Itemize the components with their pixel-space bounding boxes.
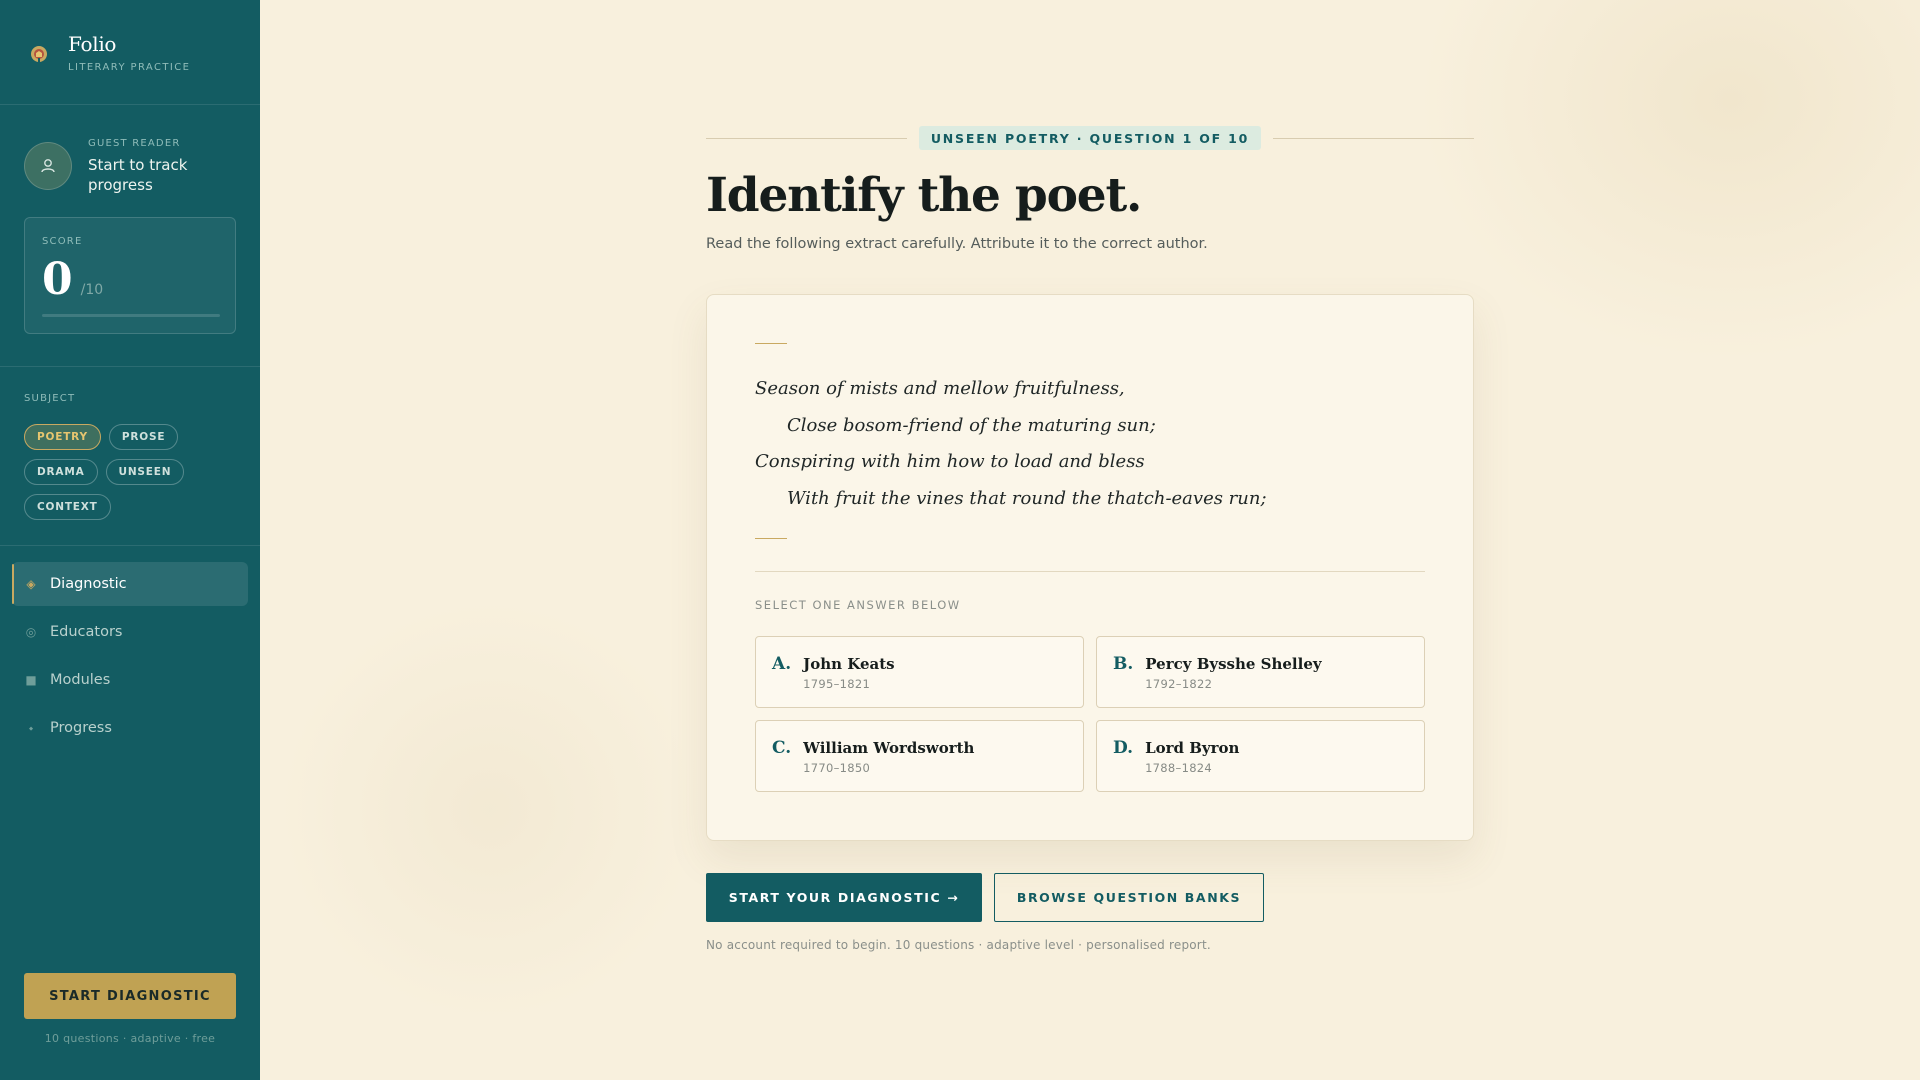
sidebar-divider <box>0 366 260 367</box>
question-eyebrow: UNSEEN POETRY · QUESTION 1 OF 10 <box>918 126 1262 150</box>
question-card: Season of mists and mellow fruitfulness,… <box>706 294 1474 841</box>
brand-subtitle: LITERARY PRACTICE <box>68 62 191 73</box>
diamond-icon: ◈ <box>26 577 36 591</box>
answer-letter: C. <box>772 738 792 758</box>
chip-unseen[interactable]: UNSEEN <box>105 459 185 485</box>
answer-years: 1795–1821 <box>803 677 871 691</box>
card-divider <box>755 571 1425 572</box>
answer-years: 1792–1822 <box>1145 677 1213 691</box>
background-glow <box>1420 0 1920 360</box>
score-total: /10 <box>80 282 104 298</box>
brand[interactable]: Folio LITERARY PRACTICE <box>24 32 190 73</box>
score-progress-bar <box>42 314 220 317</box>
answer-years: 1788–1824 <box>1145 761 1213 775</box>
sidebar-divider <box>0 104 260 105</box>
answer-letter: A. <box>772 654 792 674</box>
chip-drama[interactable]: DRAMA <box>24 459 98 485</box>
browse-question-banks-button[interactable]: BROWSE QUESTION BANKS <box>994 873 1264 922</box>
square-icon: ■ <box>25 673 37 687</box>
chip-context[interactable]: CONTEXT <box>24 494 111 520</box>
answer-option-b[interactable]: B. Percy Bysshe Shelley 1792–1822 <box>1096 636 1425 708</box>
nav-item-diagnostic[interactable]: ◈ Diagnostic <box>12 562 248 606</box>
guest-text: Start to track progress <box>88 156 188 194</box>
answer-options: A. John Keats 1795–1821 B. Percy Bysshe … <box>755 636 1426 792</box>
answer-name: Percy Bysshe Shelley <box>1145 655 1322 673</box>
answer-letter: D. <box>1113 738 1134 758</box>
subject-chips: POETRY PROSE DRAMA UNSEEN CONTEXT <box>24 424 244 520</box>
target-icon: ◎ <box>25 625 37 639</box>
answer-name: William Wordsworth <box>803 739 975 757</box>
avatar[interactable] <box>24 142 72 190</box>
select-answer-label: SELECT ONE ANSWER BELOW <box>755 598 961 612</box>
page-subtitle: Read the following extract carefully. At… <box>706 236 1208 252</box>
page-title: Identify the poet. <box>706 168 1142 223</box>
main-content: UNSEEN POETRY · QUESTION 1 OF 10 Identif… <box>260 0 1920 1080</box>
nav-item-label: Educators <box>50 624 123 640</box>
answer-option-a[interactable]: A. John Keats 1795–1821 <box>755 636 1084 708</box>
guest-label: GUEST READER <box>88 138 181 149</box>
poem-line: Conspiring with him how to load and bles… <box>755 451 1145 472</box>
eyebrow-line <box>1273 137 1474 139</box>
start-your-diagnostic-button[interactable]: START YOUR DIAGNOSTIC → <box>706 873 982 922</box>
start-diagnostic-button[interactable]: START DIAGNOSTIC <box>24 973 236 1019</box>
poem-line: Close bosom-friend of the maturing sun; <box>787 414 1156 436</box>
answer-letter: B. <box>1113 654 1134 674</box>
brand-name: Folio <box>68 32 117 56</box>
dot-icon: ⬩ <box>28 720 34 735</box>
chip-prose[interactable]: PROSE <box>108 424 179 450</box>
sidebar: Folio LITERARY PRACTICE GUEST READER Sta… <box>0 0 260 1080</box>
score-label: SCORE <box>42 236 83 247</box>
nav-item-label: Modules <box>50 672 111 688</box>
guest-reader: GUEST READER Start to track progress <box>24 138 218 195</box>
answer-name: John Keats <box>803 655 895 673</box>
book-seal-icon <box>24 39 54 69</box>
background-glow <box>280 600 700 1020</box>
cta-row: START YOUR DIAGNOSTIC → BROWSE QUESTION … <box>706 873 1264 922</box>
start-diagnostic-note: 10 questions · adaptive · free <box>44 1032 216 1045</box>
nav-item-educators[interactable]: ◎ Educators <box>12 610 248 654</box>
subject-label: SUBJECT <box>24 393 76 404</box>
eyebrow-row: UNSEEN POETRY · QUESTION 1 OF 10 <box>706 126 1474 150</box>
answer-name: Lord Byron <box>1145 739 1240 757</box>
sidebar-nav: ◈ Diagnostic ◎ Educators ■ Modules ⬩ Pro… <box>12 562 248 754</box>
nav-item-label: Progress <box>50 720 112 736</box>
chip-poetry[interactable]: POETRY <box>24 424 101 450</box>
answer-option-c[interactable]: C. William Wordsworth 1770–1850 <box>755 720 1084 792</box>
sidebar-divider <box>0 545 260 546</box>
user-icon <box>41 159 55 173</box>
eyebrow-line <box>706 137 907 139</box>
nav-item-modules[interactable]: ■ Modules <box>12 658 248 702</box>
answer-years: 1770–1850 <box>803 761 871 775</box>
nav-item-label: Diagnostic <box>50 576 127 592</box>
score-value: 0 <box>42 254 73 305</box>
poem-extract: Season of mists and mellow fruitfulness,… <box>755 371 1267 517</box>
poem-line: With fruit the vines that round the that… <box>787 487 1267 509</box>
poem-line: Season of mists and mellow fruitfulness, <box>755 378 1125 399</box>
score-card: SCORE 0 /10 <box>24 217 236 334</box>
nav-item-progress[interactable]: ⬩ Progress <box>12 706 248 750</box>
cta-note: No account required to begin. 10 questio… <box>706 938 1211 952</box>
poem-rule-top <box>755 343 787 344</box>
answer-option-d[interactable]: D. Lord Byron 1788–1824 <box>1096 720 1425 792</box>
poem-rule-bottom <box>755 538 787 539</box>
